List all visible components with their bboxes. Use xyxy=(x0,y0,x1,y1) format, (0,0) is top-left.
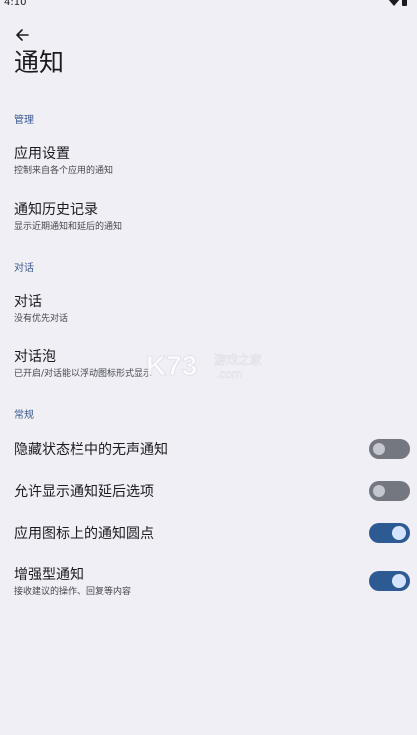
row-app-settings-title: 应用设置 xyxy=(14,146,70,162)
row-enhanced-notifications-title: 增强型通知 xyxy=(14,567,84,583)
row-conversations[interactable]: 对话 没有优先对话 xyxy=(0,288,417,334)
row-notification-history-summary: 显示近期通知和延后的通知 xyxy=(14,222,123,232)
section-header-manage: 管理 xyxy=(14,115,34,126)
row-conversations-title: 对话 xyxy=(14,294,42,310)
row-notification-history[interactable]: 通知历史记录 显示近期通知和延后的通知 xyxy=(0,196,417,242)
row-conversations-summary: 没有优先对话 xyxy=(14,314,69,324)
switch-thumb xyxy=(392,526,406,540)
row-enhanced-notifications-summary: 接收建议的操作、回复等内容 xyxy=(14,587,132,597)
row-snooze-option[interactable]: 允许显示通知延后选项 xyxy=(0,476,417,508)
row-badge-dots-title: 应用图标上的通知圆点 xyxy=(14,526,154,542)
status-bar: 4:10 xyxy=(0,0,417,12)
battery-icon xyxy=(402,0,407,6)
back-button[interactable] xyxy=(10,24,34,46)
row-enhanced-notifications[interactable]: 增强型通知 接收建议的操作、回复等内容 xyxy=(0,562,417,606)
row-bubbles[interactable]: 对话泡 已开启/对话能以浮动图标形式显示 xyxy=(0,343,417,389)
row-badge-dots[interactable]: 应用图标上的通知圆点 xyxy=(0,518,417,550)
row-app-settings[interactable]: 应用设置 控制来自各个应用的通知 xyxy=(0,140,417,186)
page-title: 通知 xyxy=(14,48,65,77)
status-time: 4:10 xyxy=(4,0,27,8)
switch-thumb xyxy=(373,443,385,455)
enhanced-notifications-switch[interactable] xyxy=(369,571,410,591)
switch-thumb xyxy=(373,485,385,497)
hide-silent-switch[interactable] xyxy=(369,439,410,459)
status-icons xyxy=(388,0,407,6)
snooze-option-switch[interactable] xyxy=(369,481,410,501)
row-notification-history-title: 通知历史记录 xyxy=(14,202,98,218)
section-header-conversation: 对话 xyxy=(14,263,34,274)
wifi-icon xyxy=(388,0,400,6)
section-header-general: 常规 xyxy=(14,410,34,421)
switch-thumb xyxy=(392,574,406,588)
row-snooze-option-title: 允许显示通知延后选项 xyxy=(14,484,154,500)
arrow-back-icon xyxy=(16,29,29,41)
row-bubbles-title: 对话泡 xyxy=(14,349,56,365)
row-app-settings-summary: 控制来自各个应用的通知 xyxy=(14,166,114,176)
badge-dots-switch[interactable] xyxy=(369,523,410,543)
row-hide-silent-title: 隐藏状态栏中的无声通知 xyxy=(14,442,168,458)
row-hide-silent[interactable]: 隐藏状态栏中的无声通知 xyxy=(0,434,417,466)
row-bubbles-summary: 已开启/对话能以浮动图标形式显示 xyxy=(14,369,153,379)
